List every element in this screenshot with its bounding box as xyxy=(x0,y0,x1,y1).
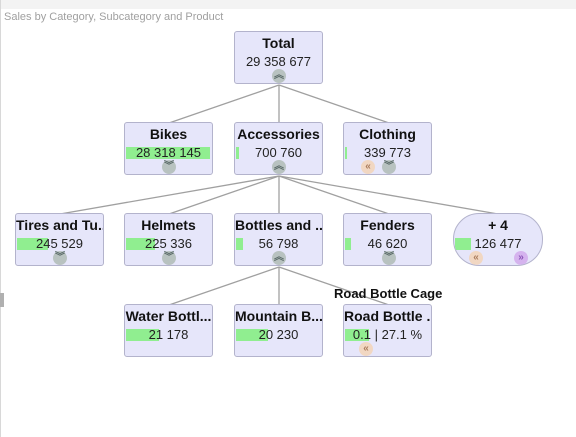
node-value: 56 798 xyxy=(258,236,299,251)
node-bottles[interactable]: Bottles and ... 56 798 ︽ xyxy=(234,213,323,266)
node-value: 339 773 xyxy=(364,145,411,160)
previous-icon[interactable]: « xyxy=(469,251,483,265)
node-value: 29 358 677 xyxy=(245,54,312,69)
expand-icon[interactable]: ︾ xyxy=(382,251,396,265)
node-bikes[interactable]: Bikes 28 318 145 ︾ xyxy=(124,122,213,175)
node-value: 700 760 xyxy=(255,145,302,160)
node-fenders[interactable]: Fenders 46 620 ︾ xyxy=(343,213,432,266)
node-name: Clothing xyxy=(359,126,416,142)
node-name: Accessories xyxy=(237,126,320,142)
expand-icon[interactable]: ︾ xyxy=(162,251,176,265)
node-more[interactable]: + 4 126 477 « » xyxy=(453,213,543,266)
edge-acc-fenders xyxy=(278,175,390,215)
node-name: Helmets xyxy=(141,217,196,233)
expand-icon[interactable]: ︾ xyxy=(162,160,176,174)
node-name: Tires and Tu... xyxy=(16,217,104,233)
node-helmets[interactable]: Helmets 225 336 ︾ xyxy=(124,213,213,266)
previous-icon[interactable]: « xyxy=(359,342,373,356)
node-value: 46 620 xyxy=(367,236,408,251)
edge-acc-tires xyxy=(59,175,280,215)
node-value: 126 477 xyxy=(474,236,522,251)
node-name: Total xyxy=(262,35,295,51)
node-name: Mountain B... xyxy=(235,308,323,324)
collapse-icon[interactable]: ︽ xyxy=(272,160,286,174)
collapse-icon[interactable]: ︽ xyxy=(272,251,286,265)
node-name: Bottles and ... xyxy=(235,217,323,233)
edge-total-clothing xyxy=(278,84,390,124)
edge-total-bikes xyxy=(168,84,280,124)
node-value: 225 336 xyxy=(145,236,192,251)
next-icon[interactable]: » xyxy=(514,251,528,265)
node-name: Water Bottl... xyxy=(125,308,212,324)
node-mountain-bottle[interactable]: Mountain B... 20 230 xyxy=(234,304,323,357)
node-road-bottle-cage[interactable]: Road Bottle ... 0.1 | 27.1 % « xyxy=(343,304,432,357)
node-name: Fenders xyxy=(360,217,415,233)
node-clothing[interactable]: Clothing 339 773 « ︾ xyxy=(343,122,432,175)
node-total[interactable]: Total 29 358 677 ︽ xyxy=(234,31,323,84)
edge-acc-helmets xyxy=(168,175,280,215)
node-value: 28 318 145 xyxy=(135,145,202,160)
node-name: Road Bottle ... xyxy=(344,308,432,324)
node-name: Bikes xyxy=(149,126,188,142)
expand-icon[interactable]: ︾ xyxy=(382,160,396,174)
node-value: 20 230 xyxy=(258,327,299,342)
node-water-bottle[interactable]: Water Bottl... 21 178 xyxy=(124,304,213,357)
edge-bottles-water xyxy=(168,266,280,306)
node-value: 0.1 | 27.1 % xyxy=(352,327,423,342)
node-value: 21 178 xyxy=(148,327,189,342)
node-name: + 4 xyxy=(488,217,508,233)
node-accessories[interactable]: Accessories 700 760 ︽ xyxy=(234,122,323,175)
hover-tooltip: Road Bottle Cage xyxy=(334,286,443,301)
collapse-icon[interactable]: ︽ xyxy=(272,69,286,83)
expand-icon[interactable]: ︾ xyxy=(53,251,67,265)
node-value: 245 529 xyxy=(36,236,83,251)
node-tires[interactable]: Tires and Tu... 245 529 ︾ xyxy=(15,213,104,266)
edge-acc-more xyxy=(278,175,499,215)
previous-icon[interactable]: « xyxy=(361,160,375,174)
